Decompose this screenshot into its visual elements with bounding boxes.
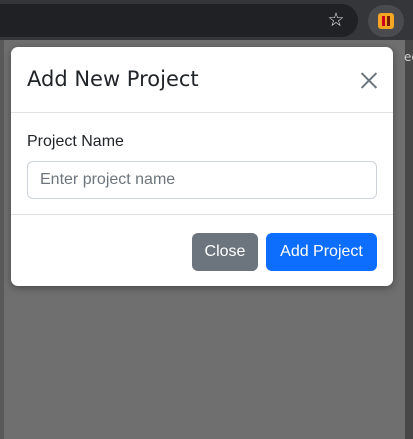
close-icon[interactable] [355, 67, 383, 95]
modal-title: Add New Project [27, 67, 199, 91]
modal-body: Project Name [11, 113, 393, 215]
browser-toolbar: ☆ [0, 0, 413, 40]
address-bar[interactable] [0, 4, 358, 37]
bookmark-star-icon[interactable]: ☆ [325, 8, 347, 32]
add-project-modal: Add New Project Project Name Close Add P… [11, 47, 393, 286]
page-edge-text: ec [404, 50, 413, 64]
modal-header: Add New Project [11, 47, 393, 113]
add-project-button[interactable]: Add Project [266, 233, 377, 271]
close-button[interactable]: Close [192, 233, 258, 271]
extension-icon [378, 13, 394, 29]
page-backdrop-right [405, 40, 413, 439]
modal-footer: Close Add Project [11, 215, 393, 286]
extension-button[interactable] [368, 5, 404, 37]
page-backdrop-left [0, 40, 4, 439]
project-name-input[interactable] [27, 161, 377, 199]
project-name-label: Project Name [27, 133, 124, 150]
